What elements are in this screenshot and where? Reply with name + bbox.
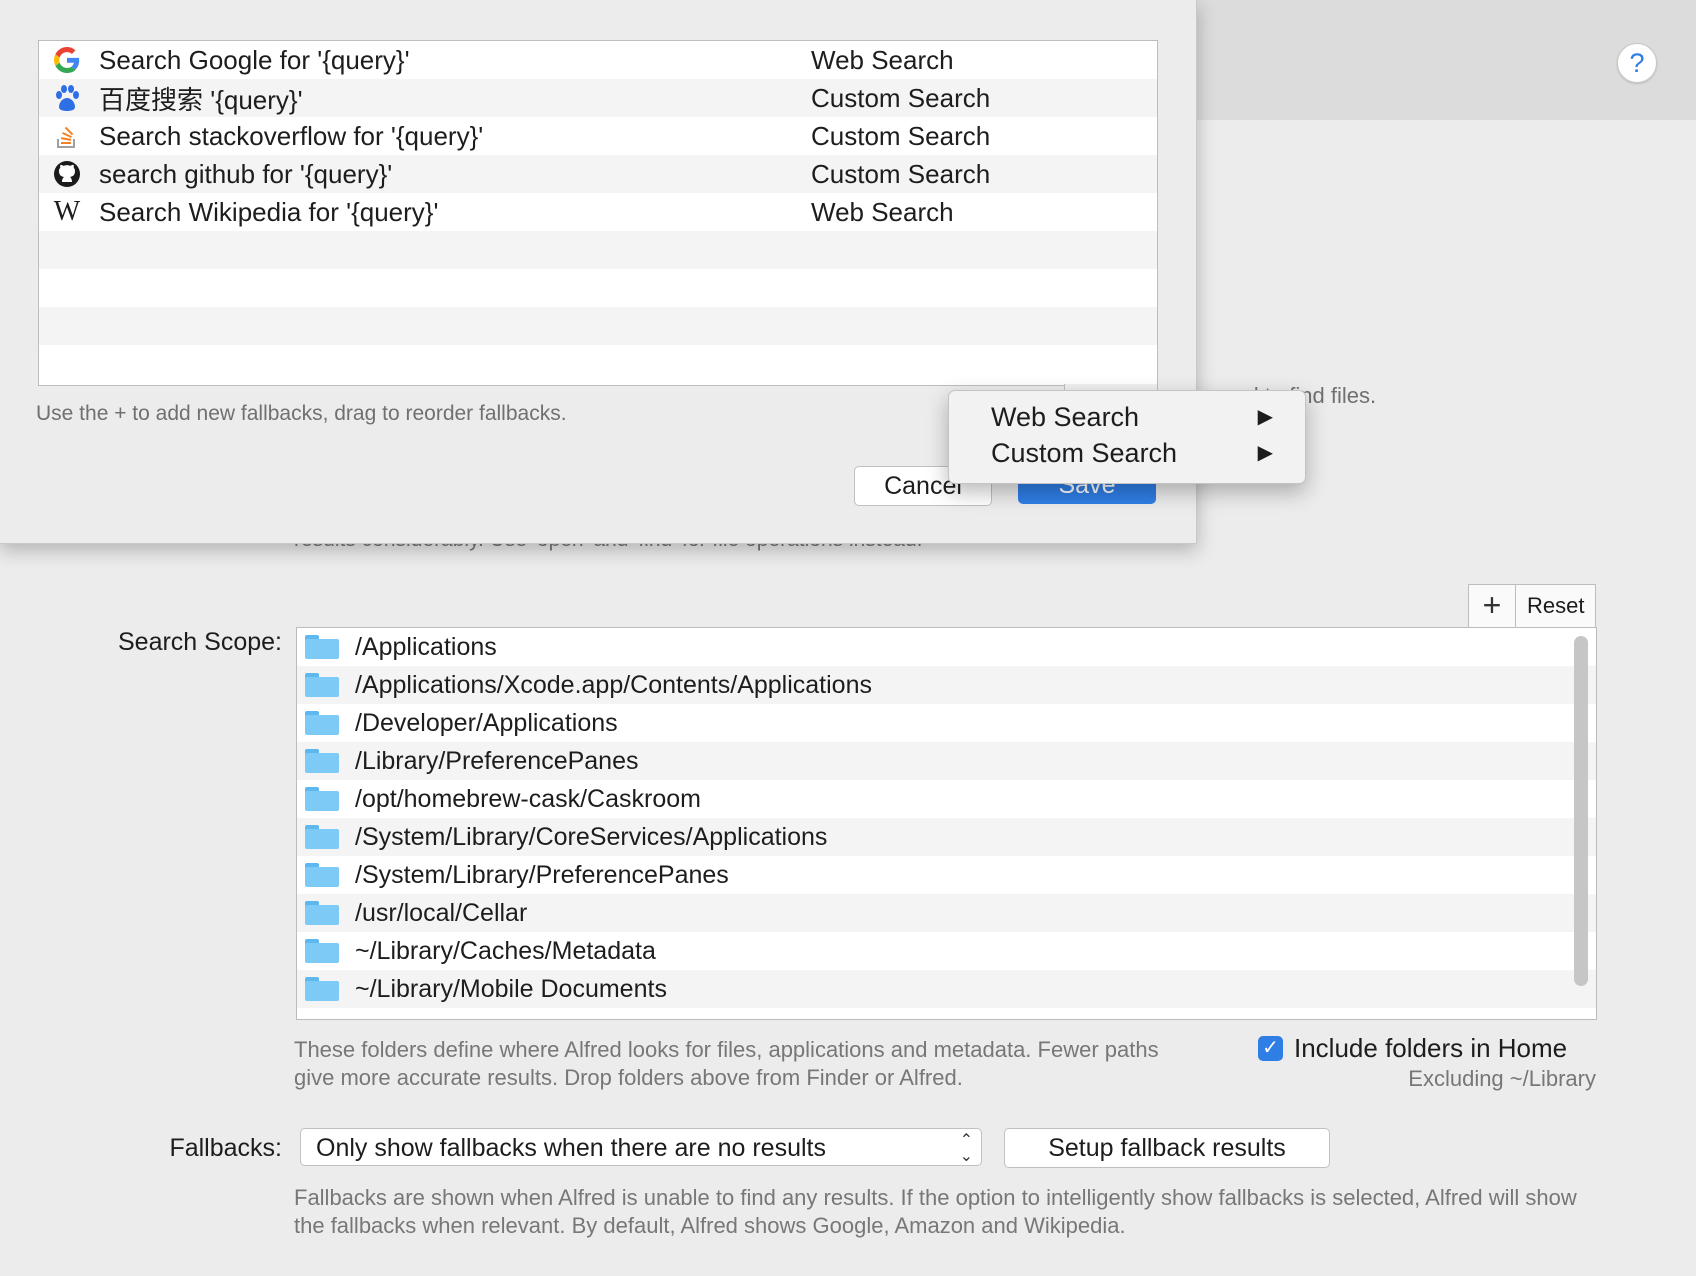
folder-path: /Applications	[355, 632, 497, 661]
folder-row[interactable]: /opt/homebrew-cask/Caskroom	[297, 780, 1596, 818]
fallback-row[interactable]: search github for '{query}' Custom Searc…	[39, 155, 1157, 193]
fallback-type: Custom Search	[811, 158, 991, 189]
fallback-type: Web Search	[811, 196, 954, 227]
reset-button[interactable]: Reset	[1516, 585, 1595, 627]
folder-path: /Applications/Xcode.app/Contents/Applica…	[355, 670, 872, 699]
fallbacks-note: Fallbacks are shown when Alfred is unabl…	[294, 1185, 1577, 1238]
folder-icon	[305, 977, 339, 1001]
fallback-title: search github for '{query}'	[99, 158, 393, 189]
fallback-title: 百度搜索 '{query}'	[99, 84, 303, 115]
fallback-row[interactable]: 百度搜索 '{query}' Custom Search	[39, 79, 1157, 117]
updown-chevron-icon: ⌃ ⌄	[959, 1132, 973, 1165]
folder-row[interactable]: /Applications	[297, 628, 1596, 666]
menu-item-label: Web Search	[991, 402, 1140, 432]
search-scope-label: Search Scope:	[118, 628, 282, 656]
setup-fallback-button[interactable]: Setup fallback results	[1004, 1128, 1330, 1168]
menu-item-custom-search[interactable]: Custom Search ▶	[991, 434, 1291, 472]
menu-item-label: Custom Search	[991, 438, 1178, 468]
folder-row[interactable]: /System/Library/PreferencePanes	[297, 856, 1596, 894]
folder-icon	[305, 863, 339, 887]
stackoverflow-icon	[49, 121, 85, 151]
fallbacks-label: Fallbacks:	[169, 1134, 282, 1162]
folder-path: /Library/PreferencePanes	[355, 746, 639, 775]
folder-row[interactable]: /Library/PreferencePanes	[297, 742, 1596, 780]
folder-path: /Developer/Applications	[355, 708, 618, 737]
folder-icon	[305, 673, 339, 697]
submenu-arrow-icon: ▶	[1257, 442, 1273, 464]
folder-row[interactable]: /Developer/Applications	[297, 704, 1596, 742]
fallback-title: Search Wikipedia for '{query}'	[99, 196, 439, 227]
folder-path: ~/Library/Mobile Documents	[355, 974, 667, 1003]
add-folder-button[interactable]: +	[1469, 585, 1516, 627]
search-scope-note: These folders define where Alfred looks …	[294, 1037, 1159, 1090]
fallback-row[interactable]: Search stackoverflow for '{query}' Custo…	[39, 117, 1157, 155]
folder-row[interactable]: ~/Library/Caches/Metadata	[297, 932, 1596, 970]
folder-icon	[305, 939, 339, 963]
empty-row	[39, 269, 1157, 307]
empty-row	[39, 307, 1157, 345]
fallbacks-select[interactable]: Only show fallbacks when there are no re…	[300, 1128, 982, 1166]
folder-icon	[305, 901, 339, 925]
folder-path: /System/Library/CoreServices/Application…	[355, 822, 828, 851]
wikipedia-icon: W	[53, 196, 81, 227]
fallbacks-selected-value: Only show fallbacks when there are no re…	[316, 1134, 826, 1162]
empty-row	[39, 231, 1157, 269]
baidu-icon	[49, 83, 85, 113]
include-home-checkbox[interactable]: ✓ Include folders in Home	[1258, 1033, 1567, 1064]
folder-row[interactable]: /System/Library/CoreServices/Application…	[297, 818, 1596, 856]
excluding-label: Excluding ~/Library	[1408, 1066, 1596, 1091]
include-home-label: Include folders in Home	[1294, 1033, 1568, 1063]
fallback-row[interactable]: W Search Wikipedia for '{query}' Web Sea…	[39, 193, 1157, 231]
folder-path: /System/Library/PreferencePanes	[355, 860, 729, 889]
submenu-arrow-icon: ▶	[1257, 406, 1273, 428]
fallback-type: Custom Search	[811, 82, 991, 113]
checkmark-icon: ✓	[1258, 1036, 1283, 1061]
folder-path: ~/Library/Caches/Metadata	[355, 936, 656, 965]
fallback-title: Search Google for '{query}'	[99, 44, 410, 75]
google-icon	[49, 45, 85, 75]
add-fallback-menu: Web Search ▶ Custom Search ▶	[948, 390, 1306, 484]
folder-icon	[305, 825, 339, 849]
fallback-type: Custom Search	[811, 120, 991, 151]
fallback-table[interactable]: Search Google for '{query}' Web Search 百…	[38, 40, 1158, 386]
fallback-title: Search stackoverflow for '{query}'	[99, 120, 484, 151]
help-button[interactable]: ?	[1617, 43, 1657, 83]
folder-row[interactable]: /Applications/Xcode.app/Contents/Applica…	[297, 666, 1596, 704]
fallback-row[interactable]: Search Google for '{query}' Web Search	[39, 41, 1157, 79]
github-icon	[49, 159, 85, 189]
folder-icon	[305, 749, 339, 773]
scope-toolbar: + Reset	[1468, 584, 1597, 628]
folder-row[interactable]: ~/Library/Mobile Documents	[297, 970, 1596, 1008]
folder-icon	[305, 787, 339, 811]
menu-item-web-search[interactable]: Web Search ▶	[991, 398, 1291, 436]
search-scope-list[interactable]: /Applications /Applications/Xcode.app/Co…	[296, 627, 1597, 1020]
folder-path: /opt/homebrew-cask/Caskroom	[355, 784, 701, 813]
folder-icon	[305, 711, 339, 735]
scope-scrollbar[interactable]	[1574, 636, 1588, 986]
fallback-type: Web Search	[811, 44, 954, 75]
folder-path: /usr/local/Cellar	[355, 898, 528, 927]
folder-icon	[305, 635, 339, 659]
folder-row[interactable]: /usr/local/Cellar	[297, 894, 1596, 932]
sheet-note: Use the + to add new fallbacks, drag to …	[36, 402, 567, 425]
empty-row	[39, 345, 1157, 383]
